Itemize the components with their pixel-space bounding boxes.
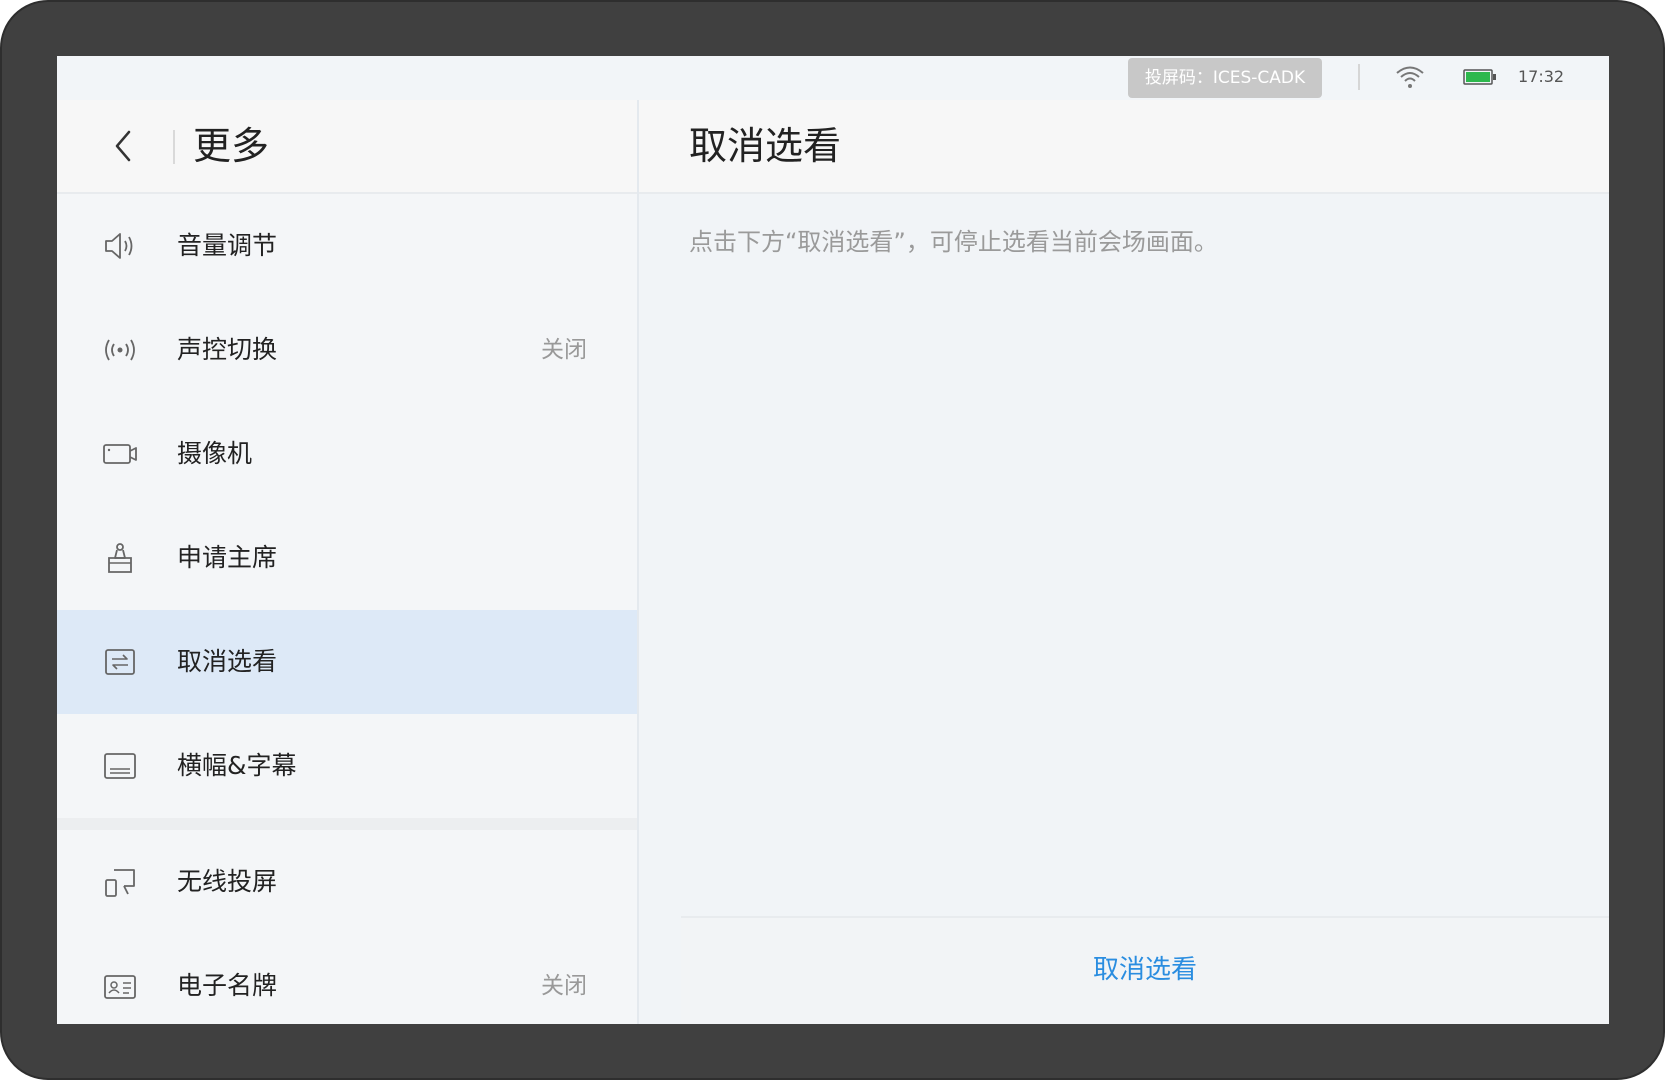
menu-list: 音量调节 声控切换 关闭 摄像机 申请主席 取消选看 横幅&字幕 无线投屏 电子… — [57, 194, 637, 1024]
wifi-icon — [1396, 66, 1424, 88]
menu-item-label: 横幅&字幕 — [177, 751, 297, 780]
device-frame: 投屏码：ICES-CADK 17:32 更多 音量调节 声控切换 关闭 摄像机 … — [0, 0, 1665, 1080]
camera-icon — [103, 444, 137, 464]
cancel-view-button[interactable]: 取消选看 — [681, 918, 1609, 1024]
menu-item-volume[interactable]: 音量调节 — [57, 194, 637, 298]
menu-item-label: 无线投屏 — [177, 867, 278, 896]
status-divider — [1358, 64, 1360, 90]
clock: 17:32 — [1518, 67, 1565, 86]
status-bar: 投屏码：ICES-CADK 17:32 — [57, 56, 1609, 100]
speaker-icon — [105, 233, 133, 259]
menu-item-wireless-cast[interactable]: 无线投屏 — [57, 830, 637, 934]
voice-control-icon — [105, 339, 135, 361]
menu-group-divider — [57, 818, 637, 830]
chevron-left-icon[interactable] — [99, 120, 147, 172]
menu-item-label: 申请主席 — [177, 543, 278, 572]
menu-item-camera[interactable]: 摄像机 — [57, 402, 637, 506]
menu-item-request-chair[interactable]: 申请主席 — [57, 506, 637, 610]
menu-item-nameplate[interactable]: 电子名牌 关闭 — [57, 934, 637, 1024]
menu-item-label: 电子名牌 — [177, 971, 278, 1000]
menu-item-voice-control[interactable]: 声控切换 关闭 — [57, 298, 637, 402]
menu-item-label: 取消选看 — [177, 647, 278, 676]
chair-icon — [108, 543, 132, 573]
cast-code-badge: 投屏码：ICES-CADK — [1128, 58, 1322, 98]
menu-item-banner-subtitle[interactable]: 横幅&字幕 — [57, 714, 637, 818]
nameplate-icon — [104, 975, 136, 999]
right-header: 取消选看 — [639, 100, 1609, 194]
page-title: 更多 — [193, 124, 270, 168]
menu-item-value: 关闭 — [541, 337, 587, 363]
screen: 投屏码：ICES-CADK 17:32 更多 音量调节 声控切换 关闭 摄像机 … — [57, 56, 1609, 1024]
menu-item-label: 音量调节 — [177, 231, 278, 260]
detail-description: 点击下方“取消选看”，可停止选看当前会场画面。 — [689, 228, 1218, 256]
more-menu-panel: 更多 音量调节 声控切换 关闭 摄像机 申请主席 取消选看 横幅&字幕 无线投屏… — [57, 100, 637, 1024]
menu-item-label: 声控切换 — [177, 335, 278, 364]
switch-view-icon — [105, 649, 135, 675]
menu-item-label: 摄像机 — [177, 439, 253, 468]
action-bar: 取消选看 — [681, 916, 1609, 1024]
left-header: 更多 — [57, 100, 637, 194]
wireless-cast-icon — [105, 869, 135, 897]
device-bezel: 投屏码：ICES-CADK 17:32 更多 音量调节 声控切换 关闭 摄像机 … — [0, 0, 1665, 1080]
header-separator — [173, 130, 175, 164]
detail-title: 取消选看 — [689, 124, 842, 168]
menu-item-value: 关闭 — [541, 973, 587, 999]
menu-item-cancel-view[interactable]: 取消选看 — [57, 610, 637, 714]
battery-icon — [1463, 69, 1496, 85]
subtitle-icon — [104, 753, 136, 779]
detail-panel: 取消选看 点击下方“取消选看”，可停止选看当前会场画面。 取消选看 — [639, 100, 1609, 1024]
